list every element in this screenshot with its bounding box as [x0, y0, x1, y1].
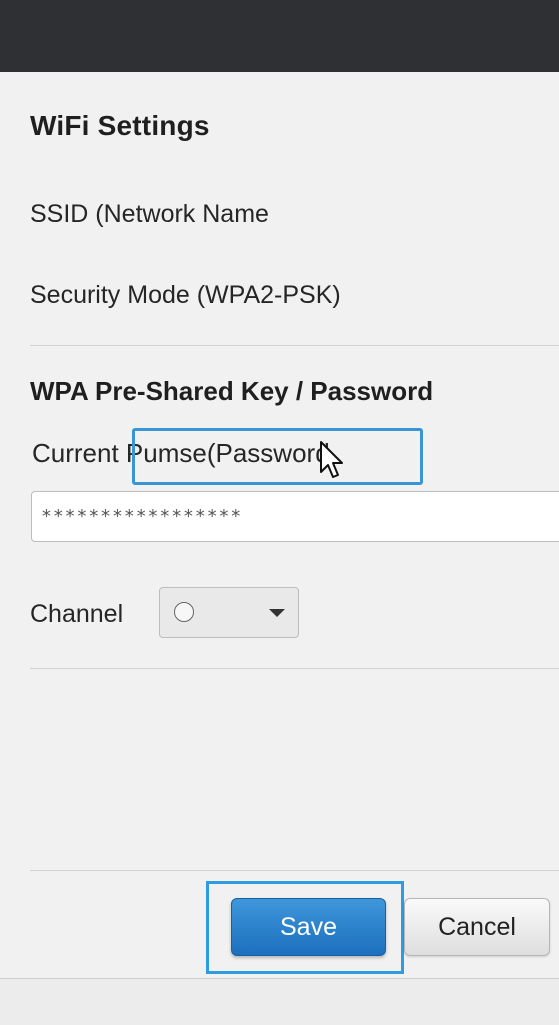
radio-circle-icon — [174, 602, 194, 622]
top-bar — [0, 0, 559, 72]
cancel-button[interactable]: Cancel — [404, 898, 550, 956]
divider — [30, 668, 559, 669]
focus-highlight-box — [132, 428, 423, 485]
bottom-strip — [0, 978, 559, 1025]
psk-section-title: WPA Pre-Shared Key / Password — [30, 376, 434, 406]
current-label-prefix: Current — [32, 438, 126, 468]
page-title: WiFi Settings — [30, 110, 210, 141]
save-button[interactable]: Save — [231, 898, 386, 956]
dropdown-arrow-icon — [269, 609, 285, 617]
ssid-label[interactable]: SSID (Network Name — [30, 200, 269, 229]
channel-dropdown[interactable] — [159, 587, 299, 638]
channel-label: Channel — [30, 600, 124, 628]
divider — [30, 345, 559, 346]
security-mode-label[interactable]: Security Mode (WPA2-PSK) — [30, 281, 341, 310]
mouse-pointer-icon — [320, 441, 343, 478]
divider — [30, 870, 559, 871]
password-input[interactable] — [31, 491, 559, 542]
